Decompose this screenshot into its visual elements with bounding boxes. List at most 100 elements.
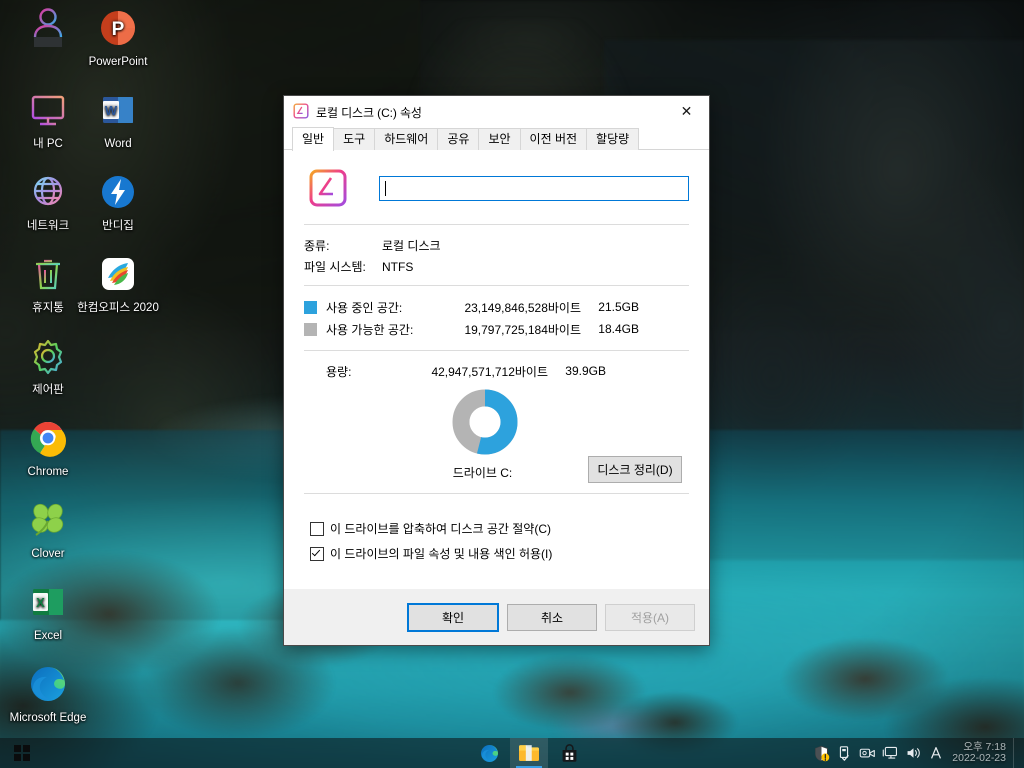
- volume-icon[interactable]: [902, 738, 924, 768]
- show-desktop-button[interactable]: [1013, 738, 1020, 768]
- general-tab-panel: 종류: 로컬 디스크 파일 시스템: NTFS 사용 중인 공간: 23,149…: [284, 149, 709, 645]
- property-row-filesystem: 파일 시스템: NTFS: [293, 256, 689, 277]
- taskbar-file-explorer[interactable]: [510, 738, 548, 768]
- tab-general[interactable]: 일반: [292, 127, 335, 151]
- desktop-icon-label: 제어판: [32, 384, 64, 396]
- usb-safely-remove-icon[interactable]: [833, 738, 855, 768]
- capacity-gb: 39.9GB: [565, 364, 606, 378]
- desktop-icon-label: 반디집: [102, 220, 134, 232]
- user-account-icon: [24, 4, 72, 52]
- system-tray: 오후 7:18 2022-02-23: [810, 738, 1020, 768]
- powerpoint-icon: P: [94, 4, 142, 52]
- tab-quota[interactable]: 할당량: [586, 128, 640, 150]
- ok-button[interactable]: 확인: [407, 602, 499, 632]
- taskbar-microsoft-store[interactable]: [550, 738, 588, 768]
- taskbar-clock[interactable]: 오후 7:18 2022-02-23: [948, 742, 1012, 764]
- disk-usage-chart-area: 드라이브 C: 디스크 정리(D): [284, 388, 709, 493]
- usage-label: 사용 가능한 공간:: [326, 322, 414, 337]
- word-icon: W: [94, 86, 142, 134]
- desktop-icon-microsoft-edge[interactable]: Microsoft Edge: [6, 660, 90, 726]
- volume-label-input[interactable]: [379, 175, 689, 201]
- taskbar-microsoft-edge[interactable]: [470, 738, 508, 768]
- property-value: NTFS: [382, 259, 414, 274]
- index-drive-checkbox[interactable]: [310, 546, 324, 561]
- text-caret: [385, 180, 386, 196]
- hancom-office-icon: [94, 250, 142, 298]
- desktop-icon-label: Microsoft Edge: [9, 712, 87, 724]
- local-disk-drive-large-icon: [308, 168, 348, 208]
- chrome-icon: [24, 414, 72, 462]
- webcam-icon[interactable]: [856, 738, 878, 768]
- local-disk-drive-icon: [293, 102, 309, 122]
- desktop-icon-label: Clover: [31, 548, 65, 560]
- desktop-icon-clover[interactable]: Clover: [6, 496, 90, 562]
- dialog-titlebar[interactable]: 로컬 디스크 (C:) 속성 ✕: [284, 96, 709, 128]
- usage-row-free: 사용 가능한 공간: 19,797,725,184바이트 18.4GB: [293, 318, 689, 340]
- tab-hardware[interactable]: 하드웨어: [374, 128, 439, 150]
- apply-button[interactable]: 적용(A): [605, 603, 695, 631]
- desktop-icon-excel[interactable]: X Excel: [6, 578, 90, 644]
- compress-drive-checkbox-row[interactable]: 이 드라이브를 압축하여 디스크 공간 절약(C): [310, 516, 689, 541]
- disk-cleanup-button[interactable]: 디스크 정리(D): [588, 456, 682, 483]
- svg-text:W: W: [105, 103, 118, 118]
- disk-capacity-row: 용량: 42,947,571,712바이트 39.9GB: [284, 351, 709, 382]
- dialog-button-bar: 확인 취소 적용(A): [284, 589, 709, 645]
- desktop-icon-label: 한컴오피스 2020: [77, 302, 159, 314]
- property-key: 파일 시스템:: [304, 260, 366, 274]
- svg-text:P: P: [112, 19, 125, 40]
- disk-properties-list: 종류: 로컬 디스크 파일 시스템: NTFS: [284, 225, 709, 277]
- desktop-icon-control-panel[interactable]: 제어판: [6, 332, 90, 398]
- recycle-bin-icon: [24, 250, 72, 298]
- microsoft-edge-icon: [24, 660, 72, 708]
- usage-bytes: 23,149,846,528바이트: [464, 300, 581, 315]
- usage-bytes: 19,797,725,184바이트: [464, 322, 581, 337]
- desktop-icon-chrome[interactable]: Chrome: [6, 414, 90, 480]
- dialog-title: 로컬 디스크 (C:) 속성: [316, 105, 422, 120]
- index-drive-checkbox-row[interactable]: 이 드라이브의 파일 속성 및 내용 색인 허용(I): [310, 541, 689, 566]
- taskbar: 오후 7:18 2022-02-23: [0, 738, 1024, 768]
- disk-options-checkbox-group: 이 드라이브를 압축하여 디스크 공간 절약(C) 이 드라이브의 파일 속성 …: [284, 494, 709, 566]
- cancel-button[interactable]: 취소: [507, 603, 597, 631]
- tab-security[interactable]: 보안: [478, 128, 521, 150]
- compress-drive-checkbox[interactable]: [310, 521, 324, 536]
- usage-row-used: 사용 중인 공간: 23,149,846,528바이트 21.5GB: [293, 296, 689, 318]
- desktop-icon-label: Word: [104, 138, 132, 150]
- security-shield-warning-icon[interactable]: [810, 738, 832, 768]
- index-drive-label: 이 드라이브의 파일 속성 및 내용 색인 허용(I): [330, 547, 553, 561]
- usage-gb: 21.5GB: [598, 300, 639, 314]
- property-row-type: 종류: 로컬 디스크: [293, 235, 689, 256]
- capacity-bytes: 42,947,571,712바이트: [431, 364, 548, 379]
- desktop-icon-hancom-office[interactable]: 한컴오피스 2020: [76, 250, 160, 316]
- control-panel-icon: [24, 332, 72, 380]
- korean-ime-icon[interactable]: [925, 738, 947, 768]
- this-pc-icon: [24, 86, 72, 134]
- tab-previous-versions[interactable]: 이전 버전: [519, 128, 588, 150]
- compress-drive-label: 이 드라이브를 압축하여 디스크 공간 절약(C): [330, 522, 552, 536]
- desktop-icon-label: PowerPoint: [88, 56, 148, 68]
- taskbar-app-buttons: [470, 738, 588, 768]
- local-disk-properties-dialog: 로컬 디스크 (C:) 속성 ✕ 일반 도구 하드웨어 공유 보안 이전 버전 …: [283, 95, 710, 646]
- dialog-tab-strip: 일반 도구 하드웨어 공유 보안 이전 버전 할당량: [284, 127, 709, 151]
- free-space-swatch-icon: [304, 322, 317, 336]
- desktop-icon-word[interactable]: W Word: [76, 86, 160, 152]
- desktop-icon-label: Chrome: [27, 466, 69, 478]
- volume-label-row: [284, 150, 709, 208]
- property-value: 로컬 디스크: [382, 239, 441, 253]
- bandizip-icon: [94, 168, 142, 216]
- property-key: 종류:: [304, 239, 330, 253]
- clock-date: 2022-02-23: [952, 752, 1006, 764]
- disk-usage-donut-chart: [451, 388, 519, 456]
- windows-start-icon[interactable]: [0, 738, 44, 768]
- disk-usage-list: 사용 중인 공간: 23,149,846,528바이트 21.5GB 사용 가능…: [284, 286, 709, 340]
- remote-display-icon[interactable]: [879, 738, 901, 768]
- desktop-icon-bandizip[interactable]: 반디집: [76, 168, 160, 234]
- close-icon[interactable]: ✕: [664, 96, 709, 127]
- tab-sharing[interactable]: 공유: [437, 128, 480, 150]
- used-space-swatch-icon: [304, 300, 317, 314]
- desktop-icon-powerpoint[interactable]: P PowerPoint: [76, 4, 160, 70]
- usage-gb: 18.4GB: [598, 322, 639, 336]
- svg-text:X: X: [36, 595, 45, 610]
- tab-tools[interactable]: 도구: [333, 128, 376, 150]
- capacity-label: 용량:: [326, 364, 352, 379]
- desktop-icon-label: Excel: [33, 630, 63, 642]
